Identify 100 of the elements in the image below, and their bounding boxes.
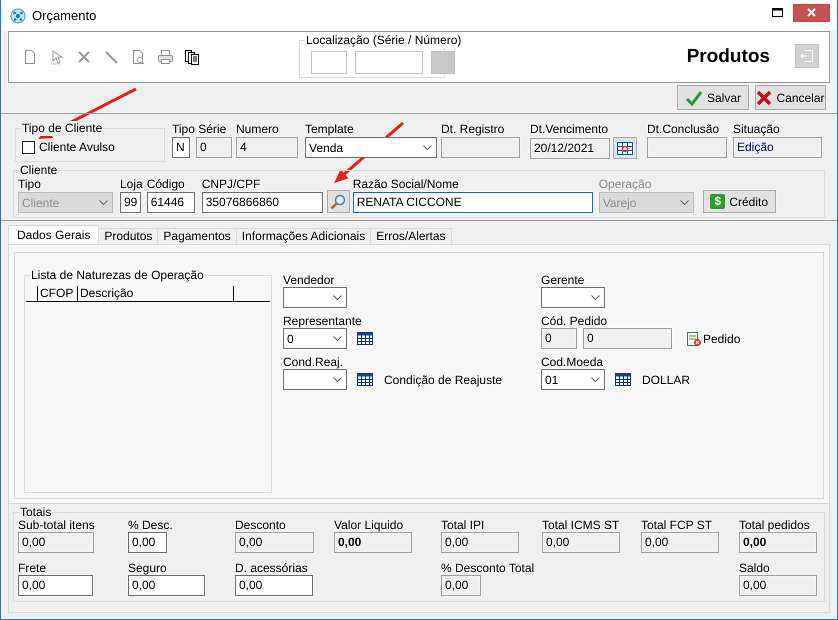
field-label: Frete	[18, 561, 48, 575]
input-field[interactable]: 20/12/2021	[530, 138, 610, 158]
caret-icon	[591, 377, 600, 382]
input-field[interactable]: N	[172, 137, 190, 158]
field-label: % Desconto Total	[441, 561, 536, 575]
field-label: Gerente	[541, 273, 586, 287]
save-button[interactable]: Salvar	[677, 85, 749, 110]
caret-icon	[591, 295, 600, 300]
input-field[interactable]: 0	[583, 328, 672, 349]
caret-icon	[333, 295, 342, 300]
field-label: CNPJ/CPF	[202, 177, 262, 192]
delete-icon[interactable]	[76, 49, 92, 65]
caret-icon	[333, 377, 342, 382]
action-button[interactable]: $ Crédito	[702, 190, 776, 213]
input-field[interactable]: 61446	[146, 192, 195, 213]
input-field[interactable]: Edição	[733, 137, 822, 158]
field-label: D. acessórias	[235, 561, 309, 575]
input-field[interactable]: 0,00	[441, 575, 481, 596]
field-label: Tipo Série	[172, 122, 228, 137]
input-field[interactable]: 0,00	[441, 532, 519, 553]
input-field[interactable]: 0,00	[334, 532, 412, 553]
input-field[interactable]: 35076866860	[202, 192, 323, 213]
input-field[interactable]: 0,00	[641, 532, 719, 553]
input-field[interactable]	[311, 51, 347, 74]
dropdown[interactable]: Venda	[305, 137, 437, 158]
field-label: Valor Liquido	[334, 518, 404, 532]
field-label: Saldo	[739, 561, 771, 575]
field-label: Cod.Moeda	[541, 355, 604, 369]
input-field[interactable]	[355, 51, 423, 74]
pencil-icon[interactable]	[103, 49, 119, 65]
field-label: Código	[146, 177, 186, 192]
input-field[interactable]: 0,00	[739, 575, 817, 596]
input-field[interactable]: RENATA CICCONE	[352, 192, 593, 213]
calendar-button[interactable]	[613, 137, 637, 159]
grid-icon[interactable]	[357, 373, 373, 386]
grid-icon[interactable]	[357, 332, 373, 345]
input-field[interactable]: 0,00	[18, 575, 93, 596]
note-text: DOLLAR	[642, 372, 690, 386]
input-field[interactable]: 0,00	[739, 532, 817, 553]
input-field[interactable]: 0,00	[542, 532, 620, 553]
input-field[interactable]: 0,00	[128, 532, 167, 553]
window-title: Orçamento	[32, 8, 98, 23]
input-field[interactable]	[647, 137, 727, 158]
input-field[interactable]: 0,00	[235, 532, 314, 553]
caret-icon	[680, 200, 689, 205]
field-label: Desconto	[235, 518, 287, 532]
dropdown[interactable]	[541, 287, 605, 308]
column-header[interactable]: CFOP	[38, 286, 78, 301]
cross-icon	[756, 90, 772, 106]
pointer-icon[interactable]	[49, 49, 65, 65]
document-icon[interactable]	[22, 49, 38, 65]
close-icon	[807, 8, 816, 17]
group-title: Localização (Série / Número)	[305, 33, 462, 48]
screen-title: Produtos	[686, 46, 770, 68]
checkbox[interactable]	[22, 140, 35, 154]
close-button[interactable]	[793, 4, 830, 22]
input-field[interactable]: 0	[196, 137, 232, 158]
grid-icon[interactable]	[615, 373, 631, 386]
tab[interactable]: Dados Gerais	[8, 225, 100, 244]
field-label: Seguro	[128, 561, 168, 575]
field-label: Sub-total itens	[18, 518, 96, 532]
input-field[interactable]: 0,00	[18, 532, 94, 553]
field-label: Total pedidos	[739, 518, 811, 532]
app-icon	[10, 8, 26, 24]
print-icon[interactable]	[157, 49, 173, 65]
calendar-icon	[617, 142, 633, 154]
cancel-button[interactable]: Cancelar	[755, 85, 826, 110]
input-field[interactable]: 0,00	[128, 575, 205, 596]
input-field[interactable]: 4	[236, 137, 298, 158]
input-field[interactable]	[441, 137, 520, 158]
group-title: Lista de Naturezas de Operação	[30, 268, 205, 283]
field-label: Loja	[120, 177, 143, 192]
dropdown[interactable]: 01	[541, 369, 605, 390]
column-header[interactable]: Descrição	[78, 286, 234, 301]
dropdown[interactable]: 0	[283, 328, 347, 349]
check-icon	[684, 90, 703, 106]
field-label: Dt. Registro	[441, 122, 506, 137]
field-label: Total FCP ST	[641, 518, 714, 532]
input-field[interactable]: 0,00	[235, 575, 313, 596]
dropdown[interactable]	[283, 287, 347, 308]
tab[interactable]: Pagamentos	[157, 228, 237, 244]
tab[interactable]: Erros/Alertas	[370, 228, 452, 244]
input-field[interactable]: 99	[120, 192, 141, 213]
field-label: Razão Social/Nome	[352, 177, 460, 192]
pedido-link[interactable]: Pedido	[686, 330, 740, 346]
group-title: Tipo de Cliente	[21, 121, 104, 136]
maximize-icon[interactable]	[772, 8, 783, 17]
field-label: Template	[305, 122, 355, 137]
field-label: Tipo	[18, 177, 42, 192]
input-field[interactable]: 0	[541, 328, 577, 349]
search-button[interactable]	[326, 190, 350, 213]
field-label: Vendedor	[283, 273, 336, 287]
exit-icon	[800, 49, 814, 63]
dropdown[interactable]	[283, 369, 347, 390]
documents-icon[interactable]	[184, 49, 200, 65]
tab[interactable]: Informações Adicionais	[236, 228, 372, 244]
preview-icon[interactable]	[130, 49, 146, 65]
field-label: % Desc.	[128, 518, 174, 532]
caret-icon	[99, 200, 108, 205]
field-label: Dt.Vencimento	[530, 122, 610, 137]
